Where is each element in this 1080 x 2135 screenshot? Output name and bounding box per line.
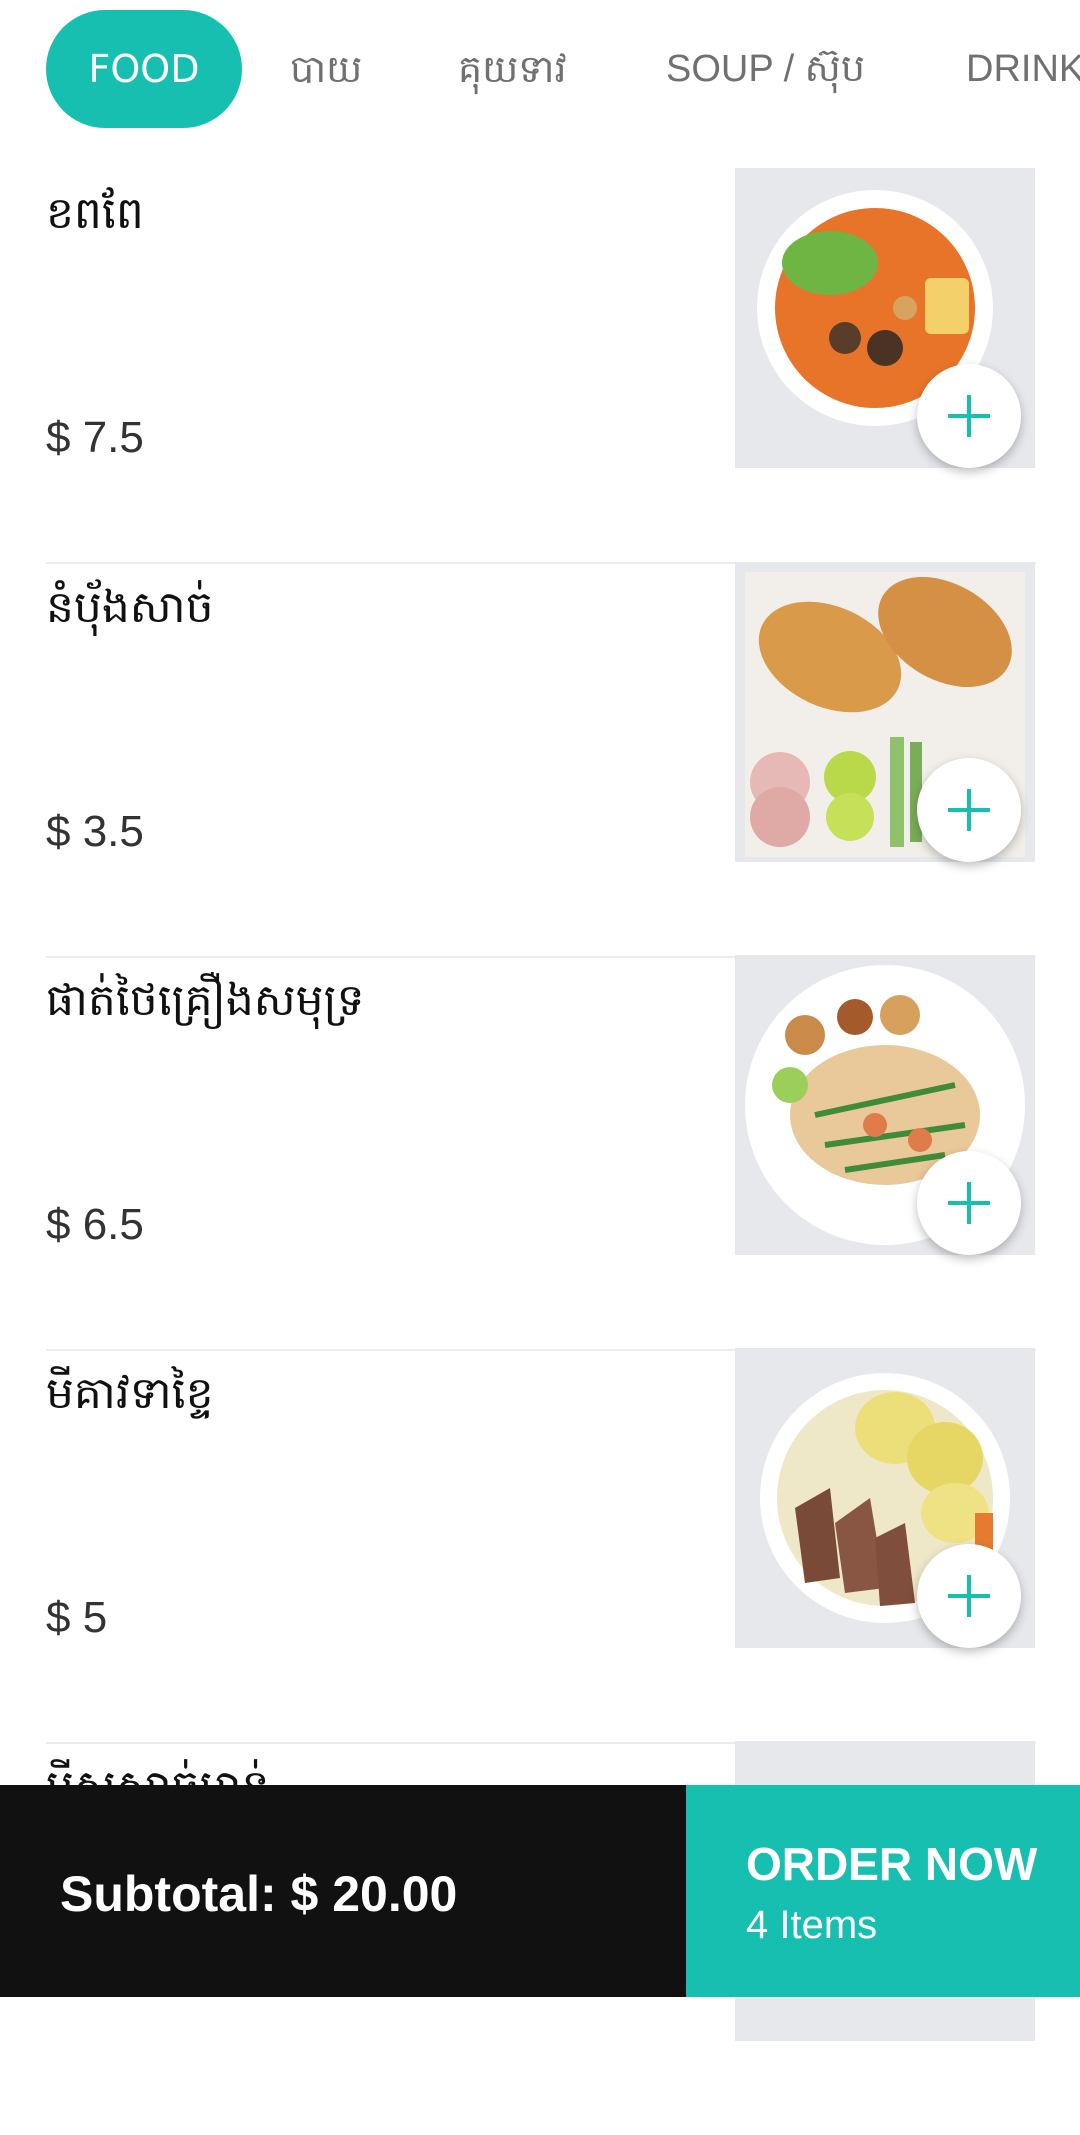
plus-icon bbox=[948, 1182, 990, 1224]
cart-footer: Subtotal: $ 20.00 ORDER NOW 4 Items bbox=[0, 1785, 1080, 1997]
add-button[interactable] bbox=[917, 1544, 1021, 1648]
add-button[interactable] bbox=[917, 364, 1021, 468]
item-price: $ 6.5 bbox=[46, 1200, 144, 1249]
tab-noodle[interactable]: គុយទាវ bbox=[458, 10, 567, 128]
plus-icon bbox=[948, 1575, 990, 1617]
menu-item[interactable]: ផាត់ថៃគ្រឿងសមុទ្រ $ 6.5 bbox=[46, 955, 1036, 1351]
item-price: $ 3.5 bbox=[46, 807, 144, 856]
item-name: ផាត់ថៃគ្រឿងសមុទ្រ bbox=[46, 975, 365, 1026]
item-price: $ 7.5 bbox=[46, 413, 144, 462]
subtotal-panel: Subtotal: $ 20.00 bbox=[0, 1785, 686, 1997]
subtotal-text: Subtotal: $ 20.00 bbox=[60, 1866, 458, 1922]
category-tabs: FOOD បាយ គុយទាវ SOUP / ស៊ុប DRINK bbox=[0, 0, 1080, 150]
item-name: មីគាវទាខ្ទៃ bbox=[46, 1368, 214, 1419]
menu-item[interactable]: ខពពែ $ 7.5 bbox=[46, 168, 1036, 564]
order-now-label: ORDER NOW bbox=[746, 1838, 1038, 1890]
tab-soup[interactable]: SOUP / ស៊ុប bbox=[666, 10, 865, 128]
plus-icon bbox=[948, 395, 990, 437]
item-name: នំប៉័ងសាច់ bbox=[46, 582, 214, 633]
order-now-button[interactable]: ORDER NOW 4 Items bbox=[686, 1785, 1080, 1997]
tab-drink[interactable]: DRINK bbox=[966, 10, 1080, 128]
item-price: $ 5 bbox=[46, 1593, 108, 1642]
tab-food[interactable]: FOOD bbox=[46, 10, 242, 128]
menu-item[interactable]: នំប៉័ងសាច់ $ 3.5 bbox=[46, 562, 1036, 958]
item-count: 4 Items bbox=[746, 1903, 878, 1947]
add-button[interactable] bbox=[917, 758, 1021, 862]
plus-icon bbox=[948, 789, 990, 831]
tab-rice[interactable]: បាយ bbox=[290, 10, 362, 128]
add-button[interactable] bbox=[917, 1151, 1021, 1255]
menu-item[interactable]: មីគាវទាខ្ទៃ $ 5 bbox=[46, 1348, 1036, 1744]
item-name: ខពពែ bbox=[46, 188, 144, 239]
